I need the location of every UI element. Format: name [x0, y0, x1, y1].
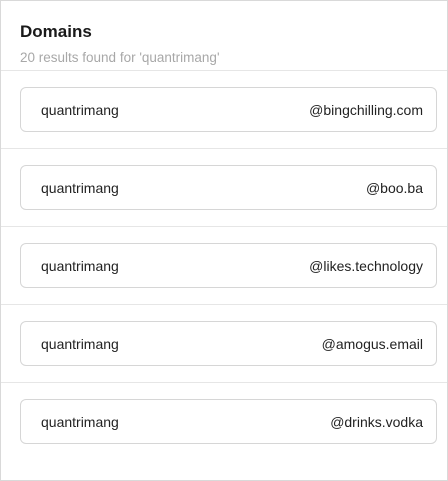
results-count: 20 results found for 'quantrimang': [20, 50, 220, 65]
domain-label: @amogus.email: [321, 335, 423, 352]
domains-panel: Domains 20 results found for 'quantriman…: [0, 0, 448, 481]
list-item: quantrimang @boo.ba: [1, 149, 447, 227]
domain-option-booba[interactable]: quantrimang @boo.ba: [20, 165, 437, 210]
username-label: quantrimang: [41, 335, 119, 352]
list-item: quantrimang @likes.technology: [1, 227, 447, 305]
domain-option-likes-technology[interactable]: quantrimang @likes.technology: [20, 243, 437, 288]
username-label: quantrimang: [41, 101, 119, 118]
list-item: quantrimang @bingchilling.com: [1, 71, 447, 149]
list-item: quantrimang @drinks.vodka: [1, 383, 447, 461]
domain-label: @bingchilling.com: [309, 101, 423, 118]
domain-label: @drinks.vodka: [330, 413, 423, 430]
domain-label: @likes.technology: [309, 257, 423, 274]
username-label: quantrimang: [41, 257, 119, 274]
list-item: quantrimang @amogus.email: [1, 305, 447, 383]
panel-title: Domains: [20, 22, 92, 41]
domain-option-drinks-vodka[interactable]: quantrimang @drinks.vodka: [20, 399, 437, 444]
domain-option-bingchilling[interactable]: quantrimang @bingchilling.com: [20, 87, 437, 132]
username-label: quantrimang: [41, 413, 119, 430]
domain-label: @boo.ba: [365, 179, 423, 196]
panel-header: Domains 20 results found for 'quantriman…: [1, 1, 447, 71]
domain-results-list: quantrimang @bingchilling.com quantriman…: [1, 71, 447, 461]
username-label: quantrimang: [41, 179, 119, 196]
domain-option-amogus-email[interactable]: quantrimang @amogus.email: [20, 321, 437, 366]
